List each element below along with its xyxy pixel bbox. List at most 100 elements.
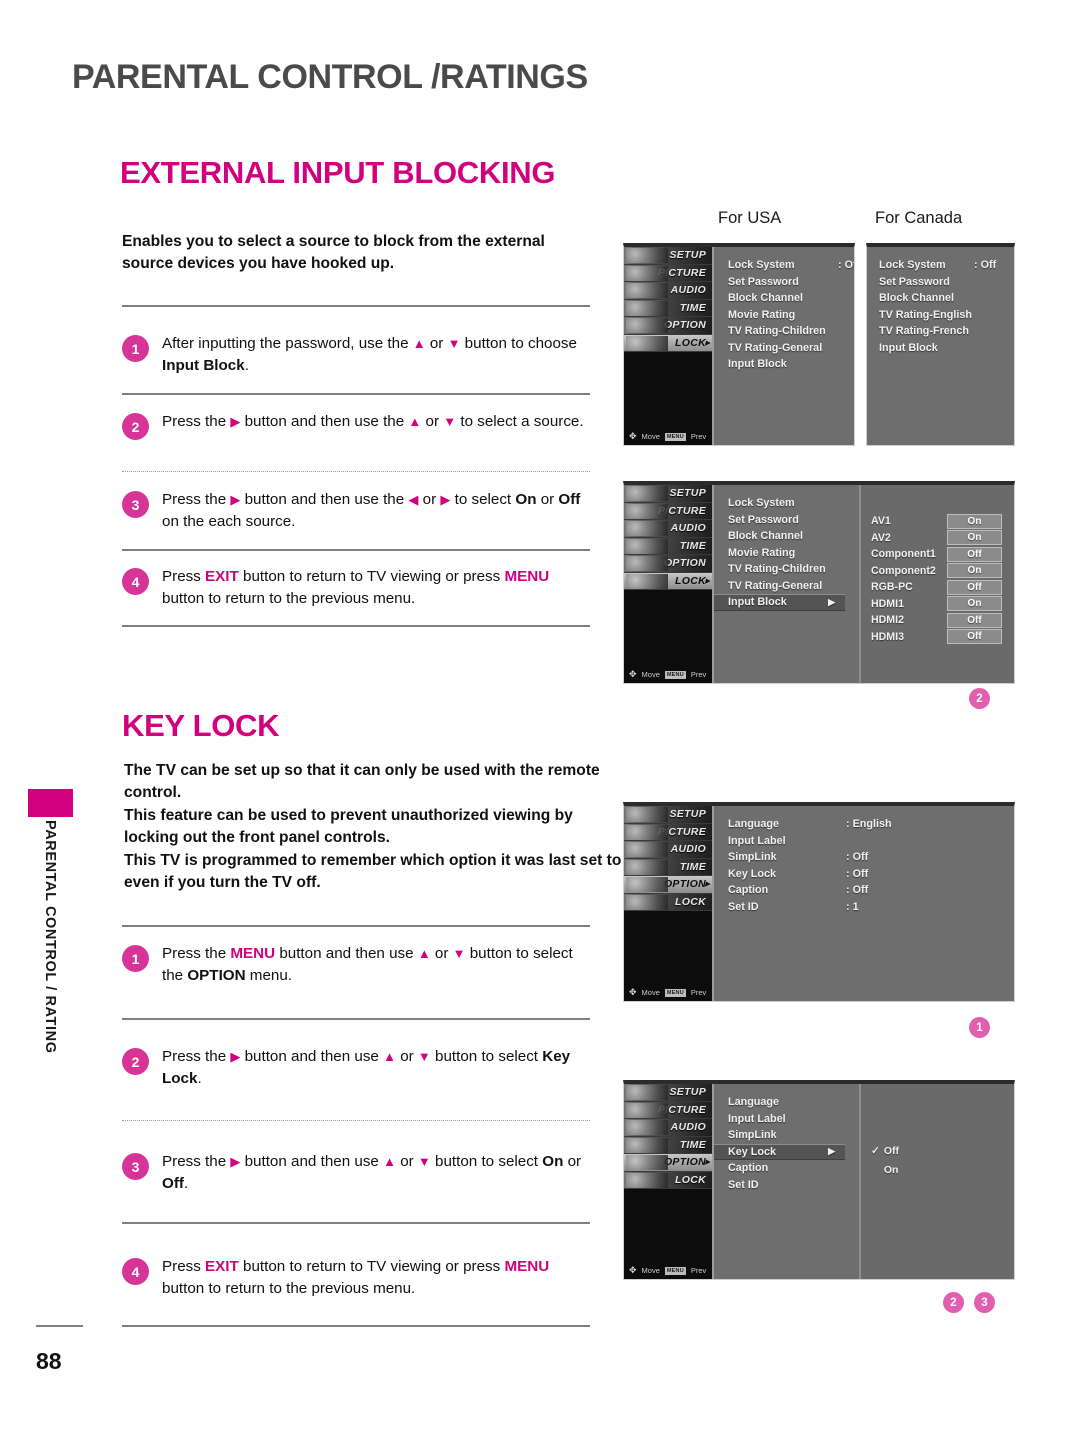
osd-icon-option[interactable]: OPTION bbox=[624, 1154, 712, 1172]
source-state-toggle[interactable]: On bbox=[947, 596, 1002, 612]
osd-menu-item[interactable]: Language: English bbox=[728, 816, 1014, 833]
key-lock-choice[interactable]: ✓ Off bbox=[861, 1141, 1014, 1160]
osd-menu-item[interactable]: Set Password bbox=[879, 274, 1014, 291]
osd-menu-item[interactable]: TV Rating-General bbox=[728, 578, 859, 595]
source-row[interactable]: Component1 Off bbox=[861, 546, 1014, 563]
osd-menu-item[interactable]: SimpLink bbox=[728, 1127, 859, 1144]
osd-menu-item-label: Input Label bbox=[728, 834, 786, 847]
osd-icon-lock[interactable]: LOCK bbox=[624, 334, 712, 352]
osd-icon-audio[interactable]: AUDIO bbox=[624, 1119, 712, 1137]
source-state-toggle[interactable]: Off bbox=[947, 612, 1002, 628]
osd-icon-time[interactable]: TIME bbox=[624, 858, 712, 876]
osd-icon-time[interactable]: TIME bbox=[624, 299, 712, 317]
source-row[interactable]: HDMI3 Off bbox=[861, 629, 1014, 646]
osd-icon-sidebar[interactable]: SETUP PICTURE AUDIO TIME OPTION LOCK ✥ Move MENU… bbox=[624, 247, 714, 445]
source-state-toggle[interactable]: On bbox=[947, 530, 1002, 546]
osd-icon-option[interactable]: OPTION bbox=[624, 317, 712, 335]
osd-menu-item[interactable]: Lock System: Off bbox=[728, 257, 854, 274]
osd-icon-sidebar[interactable]: SETUP PICTURE AUDIO TIME OPTION LOCK ✥ Move MENU… bbox=[624, 485, 714, 683]
osd-menu-list-usa[interactable]: Lock System: Off Set Password Block Channe… bbox=[714, 247, 854, 445]
osd-icon-setup[interactable]: SETUP bbox=[624, 806, 712, 824]
step-2-4: 4 Press EXIT button to return to TV view… bbox=[122, 1256, 592, 1300]
osd-menu-item[interactable]: Set ID: 1 bbox=[728, 899, 1014, 916]
osd-menu-list-option[interactable]: Language Input Label SimpLink Key Lock ▶ Capt… bbox=[714, 1084, 859, 1279]
osd-menu-item[interactable]: Input Label bbox=[728, 1111, 859, 1128]
osd-icon-lock[interactable]: LOCK bbox=[624, 893, 712, 911]
osd-menu-item[interactable]: TV Rating-Children bbox=[728, 323, 854, 340]
osd-icon-setup[interactable]: SETUP bbox=[624, 1084, 712, 1102]
osd-icon-picture[interactable]: PICTURE bbox=[624, 264, 712, 282]
osd-menu-item[interactable]: Movie Rating bbox=[728, 545, 859, 562]
source-state-toggle[interactable]: Off bbox=[947, 629, 1002, 645]
osd-icon-time[interactable]: TIME bbox=[624, 1136, 712, 1154]
osd-icon-audio[interactable]: AUDIO bbox=[624, 282, 712, 300]
osd-menu-item[interactable]: Input Block ▶ bbox=[714, 594, 845, 611]
osd-menu-item[interactable]: Input Block bbox=[879, 340, 1014, 357]
osd-icon-lock[interactable]: LOCK bbox=[624, 1171, 712, 1189]
osd-icon-picture[interactable]: PICTURE bbox=[624, 1101, 712, 1119]
osd-footer-hints: ✥ Move MENU Prev bbox=[624, 987, 712, 998]
osd-menu-item[interactable]: Caption: Off bbox=[728, 882, 1014, 899]
osd-menu-item[interactable]: Set Password bbox=[728, 274, 854, 291]
osd-source-list[interactable]: AV1 On AV2 On Component1 Off Component2 On RGB-P… bbox=[859, 485, 1014, 683]
osd-menu-item[interactable]: Block Channel bbox=[728, 528, 859, 545]
osd-menu-item[interactable]: Movie Rating bbox=[728, 307, 854, 324]
divider bbox=[122, 1222, 590, 1224]
osd-menu-item[interactable]: SimpLink: Off bbox=[728, 849, 1014, 866]
source-state-toggle[interactable]: Off bbox=[947, 579, 1002, 595]
osd-menu-item[interactable]: Key Lock: Off bbox=[728, 866, 1014, 883]
osd-icon-audio[interactable]: AUDIO bbox=[624, 520, 712, 538]
source-row[interactable]: Component2 On bbox=[861, 563, 1014, 580]
osd-icon-thumbnail bbox=[626, 283, 668, 298]
check-icon: ✓ bbox=[871, 1144, 880, 1157]
osd-menu-item[interactable]: Block Channel bbox=[879, 290, 1014, 307]
osd-menu-item[interactable]: TV Rating-French bbox=[879, 323, 1014, 340]
osd-menu-item[interactable]: Set ID bbox=[728, 1177, 859, 1194]
source-row[interactable]: AV2 On bbox=[861, 530, 1014, 547]
osd-icon-lock[interactable]: LOCK bbox=[624, 572, 712, 590]
source-row[interactable]: RGB-PC Off bbox=[861, 579, 1014, 596]
osd-menu-item[interactable]: Lock System bbox=[728, 495, 859, 512]
osd-menu-item[interactable]: TV Rating-English bbox=[879, 307, 1014, 324]
osd-menu-item[interactable]: Language bbox=[728, 1094, 859, 1111]
osd-menu-item[interactable]: Key Lock ▶ bbox=[714, 1143, 845, 1160]
osd-menu-list-lock[interactable]: Lock System Set Password Block Channel Movi… bbox=[714, 485, 859, 683]
osd-menu-list-canada[interactable]: Lock System: Off Set Password Block Channe… bbox=[867, 247, 1014, 445]
step-text: Press the ▶ button and then use ▲ or ▼ b… bbox=[162, 1048, 571, 1088]
osd-icon-sidebar[interactable]: SETUP PICTURE AUDIO TIME OPTION LOCK ✥ Move MENU… bbox=[624, 806, 714, 1001]
divider bbox=[122, 1325, 590, 1327]
key-lock-choice[interactable]: ✓On bbox=[861, 1160, 1014, 1179]
osd-menu-item[interactable]: Set Password bbox=[728, 512, 859, 529]
step-2-2: 2 Press the ▶ button and then use ▲ or ▼… bbox=[122, 1046, 592, 1090]
osd-menu-item[interactable]: TV Rating-General bbox=[728, 340, 854, 357]
osd-icon-sidebar[interactable]: SETUP PICTURE AUDIO TIME OPTION LOCK ✥ Move MENU… bbox=[624, 1084, 714, 1279]
osd-menu-item[interactable]: TV Rating-Children bbox=[728, 561, 859, 578]
osd-icon-label: OPTION bbox=[663, 319, 706, 332]
source-state-toggle[interactable]: On bbox=[947, 513, 1002, 529]
osd-menu-item[interactable]: Input Label bbox=[728, 833, 1014, 850]
osd-icon-option[interactable]: OPTION bbox=[624, 555, 712, 573]
osd-menu-list-option[interactable]: Language: English Input Label SimpLink: Of… bbox=[714, 806, 1014, 1001]
osd-icon-setup[interactable]: SETUP bbox=[624, 485, 712, 503]
osd-icon-audio[interactable]: AUDIO bbox=[624, 841, 712, 859]
osd-menu-item[interactable]: Input Block bbox=[728, 356, 854, 373]
osd-menu-item[interactable]: Block Channel bbox=[728, 290, 854, 307]
osd-icon-picture[interactable]: PICTURE bbox=[624, 823, 712, 841]
osd-icon-setup[interactable]: SETUP bbox=[624, 247, 712, 265]
source-row[interactable]: HDMI2 Off bbox=[861, 612, 1014, 629]
source-state-toggle[interactable]: On bbox=[947, 563, 1002, 579]
osd-icon-option[interactable]: OPTION bbox=[624, 876, 712, 894]
osd-menu-item[interactable]: Lock System: Off bbox=[879, 257, 1014, 274]
osd-menu-item-label: Block Channel bbox=[728, 292, 803, 305]
source-row[interactable]: HDMI1 On bbox=[861, 596, 1014, 613]
osd-menu-item[interactable]: Caption bbox=[728, 1160, 859, 1177]
osd-icon-label: OPTION bbox=[663, 557, 706, 570]
source-row[interactable]: AV1 On bbox=[861, 513, 1014, 530]
osd-key-lock-choices[interactable]: ✓Off✓On bbox=[859, 1084, 1014, 1279]
osd-key-lock-menu: SETUP PICTURE AUDIO TIME OPTION LOCK ✥ Move MENU… bbox=[623, 1080, 1015, 1280]
osd-icon-time[interactable]: TIME bbox=[624, 537, 712, 555]
dpad-icon: ✥ bbox=[629, 1265, 637, 1275]
osd-menu-item-label: Language bbox=[728, 818, 779, 831]
osd-icon-picture[interactable]: PICTURE bbox=[624, 502, 712, 520]
source-state-toggle[interactable]: Off bbox=[947, 546, 1002, 562]
